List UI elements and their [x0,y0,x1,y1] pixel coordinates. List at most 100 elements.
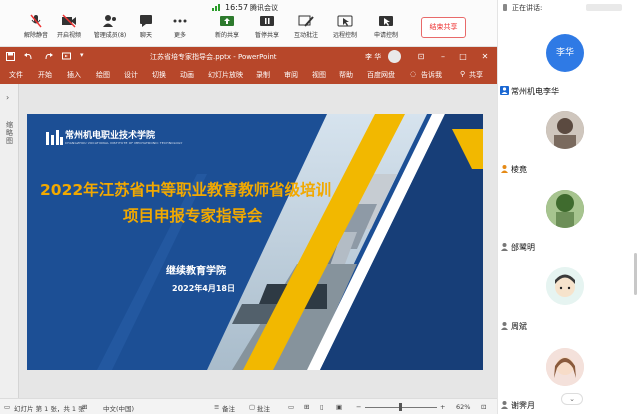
tab-insert[interactable]: 插入 [67,70,81,80]
chat-icon [140,15,152,27]
comments-button[interactable]: 批注 [257,403,270,413]
participant-name-text: 谢霁月 [511,401,535,410]
redo-icon[interactable] [44,52,53,61]
reading-view-icon[interactable]: ▯ [320,403,324,411]
tab-draw[interactable]: 绘图 [96,70,110,80]
maximize-icon[interactable]: □ [457,51,469,63]
avatar: 李华 [546,34,584,72]
close-icon[interactable]: ✕ [479,51,491,63]
account-name[interactable]: 李 华 [365,52,381,62]
speaking-names-blurred [586,4,622,11]
comments-icon[interactable]: ▢ [249,403,255,411]
tab-animations[interactable]: 动画 [180,70,194,80]
remote-control-icon [337,15,353,27]
participant-name-text: 邰鹭明 [511,243,535,252]
participant-name-text: 周斌 [511,322,527,331]
more-button[interactable]: 更多 [160,14,200,44]
accessibility-icon[interactable]: ⊞ [82,403,87,411]
tab-file[interactable]: 文件 [9,70,23,80]
more-icon [173,19,187,23]
slide-counter: 幻灯片 第 1 张，共 1 张 [14,405,85,413]
participant-tile[interactable]: 棱竟 [497,104,637,176]
undo-icon[interactable] [24,52,33,61]
customize-qat-icon[interactable]: ▾ [80,51,84,59]
pause-icon [260,16,274,26]
fit-to-window-icon[interactable]: ⊡ [481,403,486,411]
speaking-label: 正在讲话: [512,4,543,12]
tab-slideshow[interactable]: 幻灯片放映 [208,70,243,80]
request-control-button[interactable]: 申请控制 [366,14,406,44]
ribbon-display-icon[interactable]: ⊡ [415,51,427,63]
person-icon [501,165,508,173]
slide-date: 2022年4月18日 [172,284,235,293]
normal-view-icon[interactable]: ▭ [288,403,294,411]
participant-name: 周斌 [500,321,527,332]
avatar [546,348,584,386]
save-icon[interactable] [6,52,15,61]
notes-icon[interactable]: ≡ [214,403,219,411]
slide-sorter-icon[interactable]: ⊞ [304,403,309,411]
annotate-button[interactable]: 互动批注 [286,14,326,44]
expand-thumbnails-icon[interactable]: › [6,93,9,102]
tab-record[interactable]: 录制 [256,70,270,80]
participant-name: 谢霁月 [500,400,535,411]
end-share-button[interactable]: 结束共享 [421,17,466,38]
signal-icon [212,4,220,11]
request-control-icon [379,16,393,26]
notes-button[interactable]: 备注 [222,403,235,413]
tab-home[interactable]: 开始 [38,70,52,80]
video-off-icon [62,14,76,28]
remote-control-button[interactable]: 远程控制 [325,14,365,44]
tab-review[interactable]: 审阅 [284,70,298,80]
panel-scrollbar[interactable] [634,253,637,295]
minimize-icon[interactable]: – [437,51,449,63]
zoom-out-icon[interactable]: − [356,403,361,411]
start-video-label: 开启视频 [56,32,81,39]
zoom-in-icon[interactable]: + [440,403,445,411]
participant-name-text: 棱竟 [511,165,527,174]
pause-share-button[interactable]: 暂停共享 [247,14,287,44]
meeting-clock: 16:57 [225,3,249,12]
participant-tile[interactable]: 周斌 [497,257,637,337]
new-share-button[interactable]: 新的共享 [207,14,247,44]
mic-muted-icon [30,14,42,28]
tell-me-lightbulb-icon[interactable]: ◌ [410,70,416,78]
tab-view[interactable]: 视图 [312,70,326,80]
tell-me-search[interactable]: 告诉我 [421,70,442,80]
person-icon [501,322,508,330]
school-name-english: CHANGZHOU VOCATIONAL INSTITUTE OF MECHAT… [65,141,183,145]
slide[interactable]: 常州机电职业技术学院 CHANGZHOU VOCATIONAL INSTITUT… [27,114,483,370]
tab-help[interactable]: 帮助 [339,70,353,80]
school-logo-icon [46,130,63,145]
manage-members-button[interactable]: 管理成员(8) [90,14,130,44]
request-control-label: 申请控制 [373,32,398,39]
share-person-icon[interactable]: ⚲ [460,70,465,78]
annotate-label: 互动批注 [293,32,318,39]
avatar [546,190,584,228]
participant-name: 常州机电李华 [500,86,559,97]
participant-tile[interactable]: 邰鹭明 [497,180,637,254]
zoom-slider-thumb[interactable] [399,403,402,411]
person-icon [501,401,508,409]
account-avatar[interactable] [388,50,401,63]
language-indicator[interactable]: 中文(中国) [103,403,134,413]
slide-organizer: 继续教育学院 [166,266,226,277]
tab-transitions[interactable]: 切换 [152,70,166,80]
share-button[interactable]: 共享 [469,70,483,80]
meeting-app-title: 腾讯会议 [250,4,278,12]
tab-baidu-netdisk[interactable]: 百度网盘 [367,70,395,80]
participant-tile[interactable]: 李华 常州机电李华 [497,30,637,100]
person-icon [501,243,508,251]
more-label: 更多 [173,32,186,39]
tab-design[interactable]: 设计 [124,70,138,80]
start-video-button[interactable]: 开启视频 [49,14,89,44]
annotate-icon [298,15,314,27]
remote-control-label: 远程控制 [332,32,357,39]
chevron-down-icon[interactable]: ⌄ [561,393,583,405]
new-share-label: 新的共享 [214,32,239,39]
zoom-level[interactable]: 62% [456,403,470,411]
start-from-beginning-icon[interactable] [62,52,71,61]
members-icon [103,15,116,27]
slideshow-view-icon[interactable]: ▣ [336,403,342,411]
school-name: 常州机电职业技术学院 [65,131,156,141]
